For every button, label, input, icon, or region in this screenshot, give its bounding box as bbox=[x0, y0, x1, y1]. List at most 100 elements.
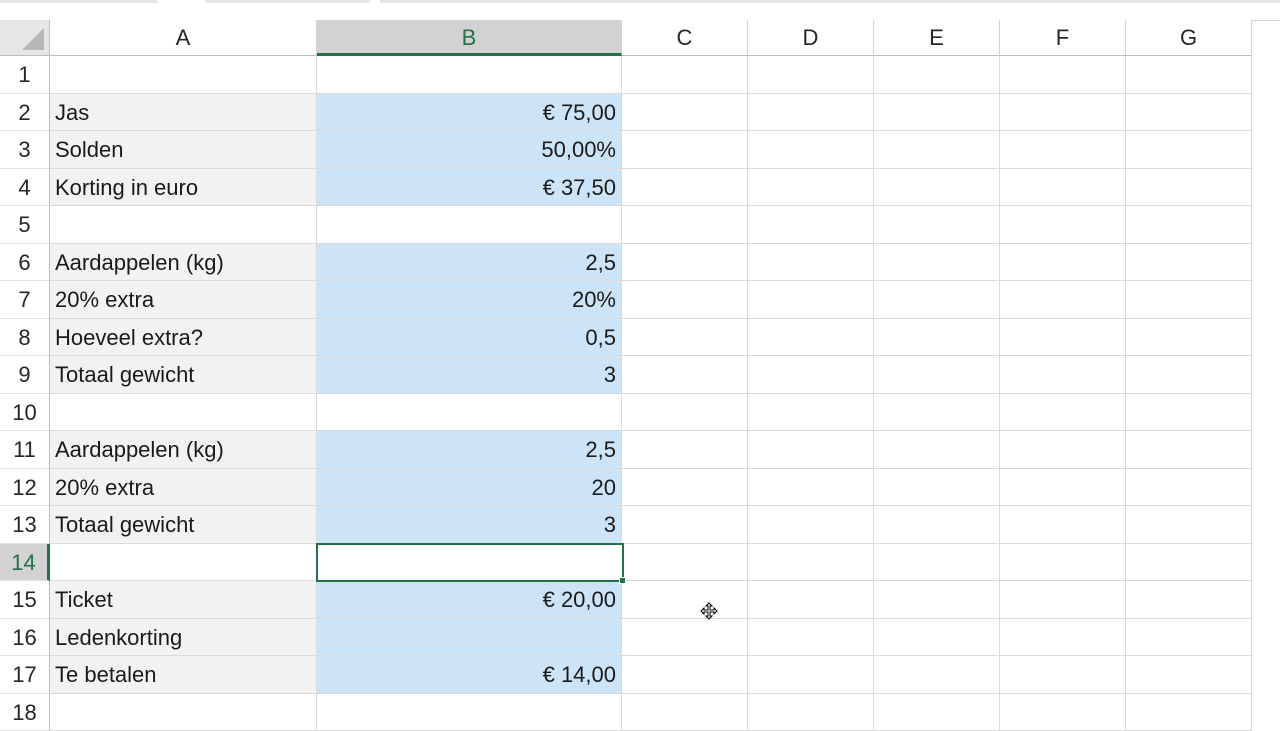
cell-f4[interactable] bbox=[1000, 169, 1126, 207]
cell-e17[interactable] bbox=[874, 656, 1000, 694]
cell-d10[interactable] bbox=[748, 394, 874, 432]
cell-g12[interactable] bbox=[1126, 469, 1252, 507]
cell-e3[interactable] bbox=[874, 131, 1000, 169]
cell-b1[interactable] bbox=[317, 56, 622, 94]
row-header-5[interactable]: 5 bbox=[0, 206, 50, 244]
row-header-2[interactable]: 2 bbox=[0, 94, 50, 132]
cell-d18[interactable] bbox=[748, 694, 874, 731]
cell-g1[interactable] bbox=[1126, 56, 1252, 94]
cell-d12[interactable] bbox=[748, 469, 874, 507]
cell-c10[interactable] bbox=[622, 394, 748, 432]
cell-e15[interactable] bbox=[874, 581, 1000, 619]
cell-b12[interactable]: 20 bbox=[317, 469, 622, 507]
cell-e12[interactable] bbox=[874, 469, 1000, 507]
cell-a17[interactable]: Te betalen bbox=[50, 656, 317, 694]
cell-g11[interactable] bbox=[1126, 431, 1252, 469]
cell-g7[interactable] bbox=[1126, 281, 1252, 319]
row-header-1[interactable]: 1 bbox=[0, 56, 50, 94]
cell-e8[interactable] bbox=[874, 319, 1000, 357]
cell-e13[interactable] bbox=[874, 506, 1000, 544]
row-header-16[interactable]: 16 bbox=[0, 619, 50, 657]
cell-c3[interactable] bbox=[622, 131, 748, 169]
cell-b7[interactable]: 20% bbox=[317, 281, 622, 319]
row-header-8[interactable]: 8 bbox=[0, 319, 50, 357]
cell-e16[interactable] bbox=[874, 619, 1000, 657]
cell-f16[interactable] bbox=[1000, 619, 1126, 657]
cell-f3[interactable] bbox=[1000, 131, 1126, 169]
cell-c16[interactable] bbox=[622, 619, 748, 657]
cell-b16[interactable] bbox=[317, 619, 622, 657]
cell-e14[interactable] bbox=[874, 544, 1000, 582]
cell-f5[interactable] bbox=[1000, 206, 1126, 244]
cell-c14[interactable] bbox=[622, 544, 748, 582]
row-header-15[interactable]: 15 bbox=[0, 581, 50, 619]
cell-g8[interactable] bbox=[1126, 319, 1252, 357]
cell-a12[interactable]: 20% extra bbox=[50, 469, 317, 507]
cell-e1[interactable] bbox=[874, 56, 1000, 94]
cell-g6[interactable] bbox=[1126, 244, 1252, 282]
cell-b5[interactable] bbox=[317, 206, 622, 244]
cell-b13[interactable]: 3 bbox=[317, 506, 622, 544]
active-cell-b14[interactable] bbox=[316, 543, 624, 582]
cell-g15[interactable] bbox=[1126, 581, 1252, 619]
column-header-b[interactable]: B bbox=[317, 20, 622, 56]
cell-b6[interactable]: 2,5 bbox=[317, 244, 622, 282]
row-header-17[interactable]: 17 bbox=[0, 656, 50, 694]
cell-d9[interactable] bbox=[748, 356, 874, 394]
select-all-button[interactable] bbox=[0, 20, 50, 56]
cell-c11[interactable] bbox=[622, 431, 748, 469]
cell-a11[interactable]: Aardappelen (kg) bbox=[50, 431, 317, 469]
cell-a14[interactable] bbox=[50, 544, 317, 582]
cell-e11[interactable] bbox=[874, 431, 1000, 469]
cell-d17[interactable] bbox=[748, 656, 874, 694]
cell-g5[interactable] bbox=[1126, 206, 1252, 244]
cell-e6[interactable] bbox=[874, 244, 1000, 282]
cell-b8[interactable]: 0,5 bbox=[317, 319, 622, 357]
column-header-d[interactable]: D bbox=[748, 20, 874, 56]
fill-handle[interactable] bbox=[619, 577, 626, 584]
cell-e9[interactable] bbox=[874, 356, 1000, 394]
cell-b11[interactable]: 2,5 bbox=[317, 431, 622, 469]
row-header-12[interactable]: 12 bbox=[0, 469, 50, 507]
cell-c2[interactable] bbox=[622, 94, 748, 132]
cell-g14[interactable] bbox=[1126, 544, 1252, 582]
cell-e7[interactable] bbox=[874, 281, 1000, 319]
cell-a6[interactable]: Aardappelen (kg) bbox=[50, 244, 317, 282]
row-header-18[interactable]: 18 bbox=[0, 694, 50, 731]
cell-g2[interactable] bbox=[1126, 94, 1252, 132]
cell-a4[interactable]: Korting in euro bbox=[50, 169, 317, 207]
cell-c1[interactable] bbox=[622, 56, 748, 94]
cell-a3[interactable]: Solden bbox=[50, 131, 317, 169]
cell-c9[interactable] bbox=[622, 356, 748, 394]
cell-d11[interactable] bbox=[748, 431, 874, 469]
cell-f15[interactable] bbox=[1000, 581, 1126, 619]
cell-f1[interactable] bbox=[1000, 56, 1126, 94]
cell-b17[interactable]: € 14,00 bbox=[317, 656, 622, 694]
cell-c7[interactable] bbox=[622, 281, 748, 319]
cell-a8[interactable]: Hoeveel extra? bbox=[50, 319, 317, 357]
cell-c4[interactable] bbox=[622, 169, 748, 207]
cell-g16[interactable] bbox=[1126, 619, 1252, 657]
cell-g10[interactable] bbox=[1126, 394, 1252, 432]
cell-a13[interactable]: Totaal gewicht bbox=[50, 506, 317, 544]
cell-g3[interactable] bbox=[1126, 131, 1252, 169]
cell-d8[interactable] bbox=[748, 319, 874, 357]
cell-e18[interactable] bbox=[874, 694, 1000, 731]
cell-c17[interactable] bbox=[622, 656, 748, 694]
cell-d2[interactable] bbox=[748, 94, 874, 132]
cell-a10[interactable] bbox=[50, 394, 317, 432]
cell-d15[interactable] bbox=[748, 581, 874, 619]
cell-g9[interactable] bbox=[1126, 356, 1252, 394]
row-header-11[interactable]: 11 bbox=[0, 431, 50, 469]
cell-b18[interactable] bbox=[317, 694, 622, 731]
cell-f6[interactable] bbox=[1000, 244, 1126, 282]
column-header-a[interactable]: A bbox=[50, 20, 317, 56]
row-header-3[interactable]: 3 bbox=[0, 131, 50, 169]
cell-f14[interactable] bbox=[1000, 544, 1126, 582]
cell-b2[interactable]: € 75,00 bbox=[317, 94, 622, 132]
row-header-6[interactable]: 6 bbox=[0, 244, 50, 282]
cell-a5[interactable] bbox=[50, 206, 317, 244]
cell-d16[interactable] bbox=[748, 619, 874, 657]
cell-c6[interactable] bbox=[622, 244, 748, 282]
row-header-14[interactable]: 14 bbox=[0, 544, 50, 582]
